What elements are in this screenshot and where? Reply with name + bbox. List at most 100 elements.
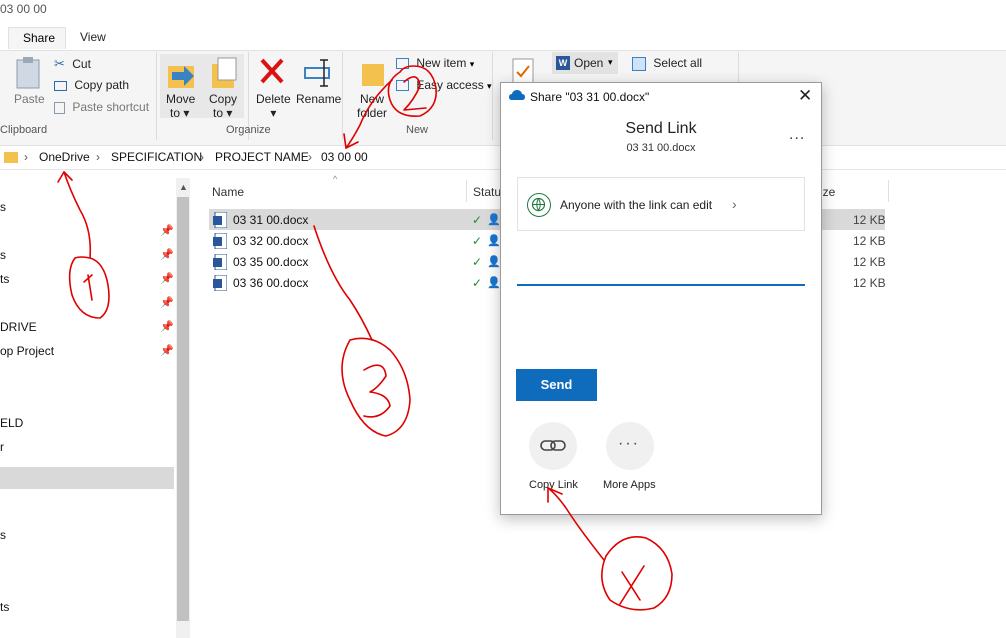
move-to-label: Move: [166, 92, 196, 106]
rename-button[interactable]: Rename: [296, 92, 341, 106]
organize-group-label: Organize: [226, 124, 271, 136]
file-name[interactable]: 03 36 00.docx: [233, 276, 308, 290]
select-all-icon: [632, 56, 646, 71]
sync-ok-icon: ✓: [472, 234, 483, 248]
copy-path-button[interactable]: Copy path: [54, 78, 129, 92]
move-to-icon: [166, 58, 196, 93]
word-doc-icon: [213, 253, 228, 273]
pin-icon: 📌: [160, 321, 174, 333]
move-to-button[interactable]: Move to ▾: [166, 92, 195, 120]
chevron-right-icon: ›: [732, 196, 737, 212]
nav-item[interactable]: DRIVE: [0, 320, 37, 334]
nav-item[interactable]: r: [0, 440, 4, 454]
more-apps-label: More Apps: [603, 479, 656, 491]
breadcrumb-current[interactable]: 03 00 00: [321, 150, 368, 164]
scissors-icon: ✂: [54, 56, 65, 71]
cut-button[interactable]: ✂ Cut: [54, 56, 91, 72]
breadcrumb-project-name[interactable]: PROJECT NAME: [215, 150, 309, 164]
ribbon-divider: [492, 52, 493, 140]
column-size[interactable]: ize: [820, 185, 835, 199]
copy-to-button[interactable]: Copy to ▾: [209, 92, 237, 120]
shared-person-icon: 👤: [487, 214, 501, 226]
new-folder-sub: folder: [357, 106, 388, 120]
rename-icon: [304, 58, 334, 91]
new-item-label: New item: [416, 56, 467, 70]
breadcrumb-separator: ›: [200, 150, 204, 164]
pin-icon: 📌: [160, 297, 174, 309]
paste-shortcut-icon: [54, 101, 65, 114]
shared-person-icon: 👤: [487, 235, 501, 247]
paste-button[interactable]: Paste: [14, 92, 45, 106]
nav-item[interactable]: ts: [0, 272, 9, 286]
open-dropdown-icon: ▾: [608, 57, 613, 67]
tab-share[interactable]: Share: [8, 27, 66, 49]
column-divider[interactable]: [466, 180, 467, 202]
nav-item[interactable]: ts: [0, 600, 9, 614]
breadcrumb-separator: ›: [96, 150, 100, 164]
close-icon[interactable]: ✕: [798, 86, 812, 106]
new-item-button[interactable]: New item ▾: [396, 56, 474, 70]
clipboard-group-label: Clipboard: [0, 124, 48, 136]
recipient-input-underline: [517, 284, 805, 286]
file-size: 12 KB: [853, 255, 886, 269]
shared-person-icon: 👤: [487, 256, 501, 268]
new-folder-button[interactable]: New folder: [357, 92, 387, 120]
copy-path-icon: [54, 80, 67, 91]
move-to-sub: to: [170, 106, 181, 120]
nav-item-selected[interactable]: [0, 467, 174, 489]
copy-to-sub: to: [213, 106, 224, 120]
nav-item[interactable]: s: [0, 528, 6, 542]
cut-label: Cut: [72, 57, 91, 71]
nav-item[interactable]: s: [0, 248, 6, 262]
select-all-label: Select all: [653, 56, 703, 70]
paste-shortcut-button[interactable]: Paste shortcut: [54, 100, 149, 114]
word-doc-icon: [213, 232, 228, 252]
new-item-icon: [396, 58, 409, 70]
select-all-button[interactable]: Select all: [632, 56, 702, 71]
more-apps-button[interactable]: ···: [606, 422, 654, 470]
scroll-up-icon[interactable]: ▲: [179, 182, 188, 192]
new-folder-label: New: [360, 92, 385, 106]
send-button[interactable]: Send: [516, 369, 597, 401]
pin-icon: 📌: [160, 273, 174, 285]
share-dialog-title: Share "03 31 00.docx": [530, 90, 650, 104]
globe-icon: [527, 193, 551, 217]
breadcrumb-separator: ›: [24, 150, 28, 164]
nav-scrollbar-thumb[interactable]: [177, 197, 189, 621]
easy-access-icon: [396, 80, 409, 92]
file-size: 12 KB: [853, 234, 886, 248]
tab-share-label: Share: [23, 31, 56, 45]
word-doc-icon: [213, 274, 228, 294]
copy-link-button[interactable]: [529, 422, 577, 470]
link-chain-icon: [540, 440, 566, 451]
file-name[interactable]: 03 32 00.docx: [233, 234, 308, 248]
tab-view[interactable]: View: [80, 30, 106, 44]
nav-item[interactable]: op Project: [0, 344, 54, 358]
delete-button[interactable]: Delete ▾: [256, 92, 291, 120]
paste-shortcut-label: Paste shortcut: [72, 100, 150, 114]
annotation-circle-4: [601, 536, 673, 611]
word-doc-icon: [213, 211, 228, 231]
easy-access-button[interactable]: Easy access ▾: [396, 78, 492, 92]
annotation-circle-3: [341, 337, 411, 437]
sort-chevron-icon: ^: [333, 174, 338, 184]
breadcrumb-onedrive[interactable]: OneDrive: [39, 150, 90, 164]
column-divider[interactable]: [888, 180, 889, 202]
breadcrumb-specification[interactable]: SPECIFICATION: [111, 150, 202, 164]
link-permission-label: Anyone with the link can edit: [560, 198, 713, 212]
file-name[interactable]: 03 31 00.docx: [233, 213, 308, 227]
shared-file-name: 03 31 00.docx: [626, 142, 696, 154]
recipient-input[interactable]: [517, 258, 805, 284]
more-options-icon[interactable]: ...: [789, 126, 805, 144]
nav-item[interactable]: ELD: [0, 416, 23, 430]
sync-ok-icon: ✓: [472, 276, 483, 290]
file-name[interactable]: 03 35 00.docx: [233, 255, 308, 269]
pin-icon: 📌: [160, 249, 174, 261]
nav-item[interactable]: s: [0, 200, 6, 214]
annotation-arrow-3: [313, 225, 373, 341]
copy-to-icon: [210, 56, 238, 93]
open-button[interactable]: W Open ▾: [552, 52, 618, 74]
column-name[interactable]: Name: [212, 185, 244, 199]
ellipsis-icon: ···: [618, 435, 640, 452]
delete-label: Delete: [256, 92, 291, 106]
